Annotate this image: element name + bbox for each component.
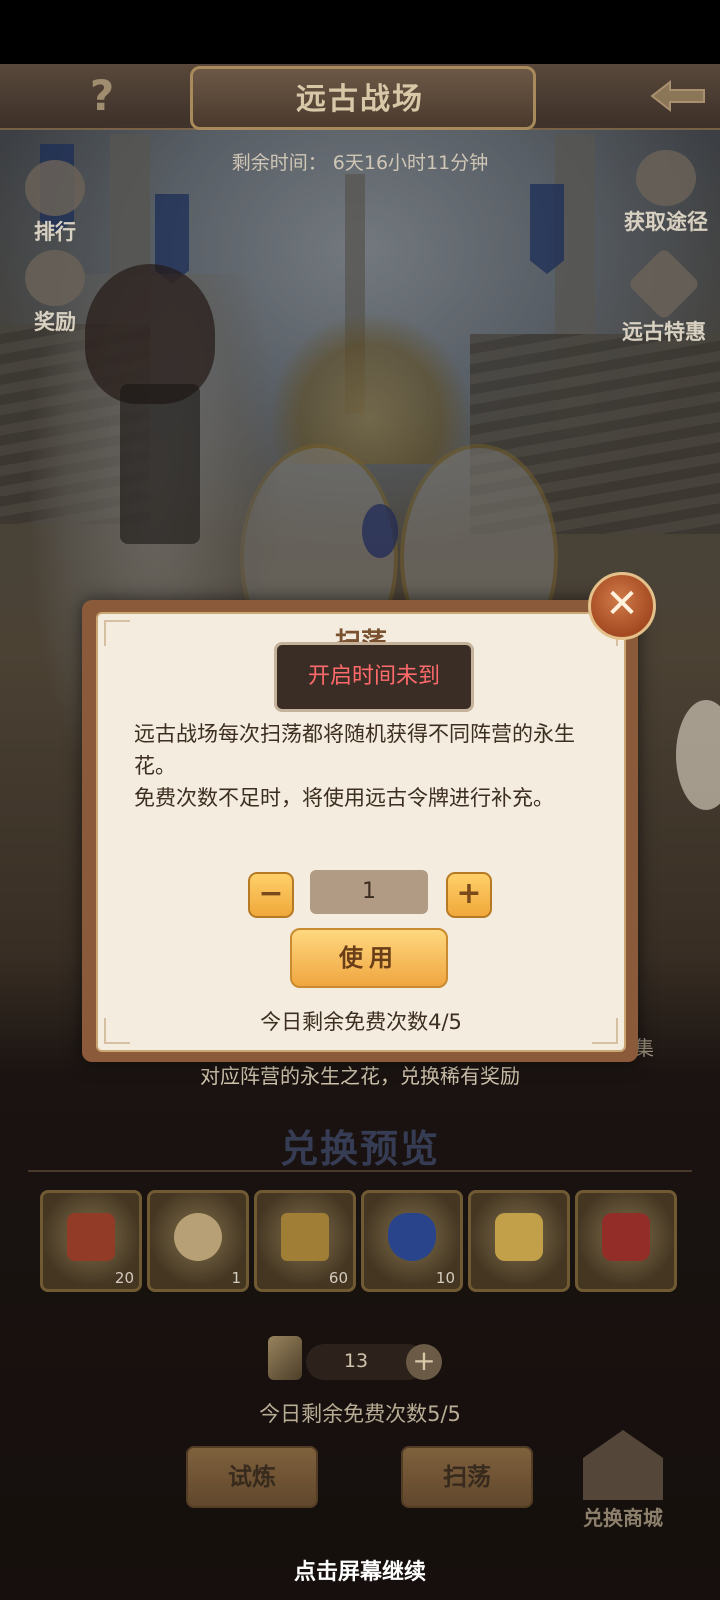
use-button[interactable]: 使用	[290, 928, 448, 988]
reward-item[interactable]: 60	[254, 1190, 356, 1292]
exchange-shop-label: 兑换商城	[583, 1506, 663, 1530]
help-button[interactable]: ?	[82, 72, 122, 120]
status-bar	[0, 0, 720, 64]
reward-item[interactable]: 10	[361, 1190, 463, 1292]
item-count: 10	[435, 1269, 455, 1287]
exchange-preview-title: 兑换预览	[279, 1127, 440, 1171]
shop-house-icon	[583, 1430, 663, 1500]
gold-shard-icon	[281, 1213, 329, 1261]
increase-button[interactable]: +	[446, 872, 492, 918]
remaining-time: 剩余时间： 6天16小时11分钟	[231, 152, 489, 174]
close-dialog-button[interactable]: ✕	[588, 572, 656, 640]
dialog-text-line: 远古战场每次扫荡都将随机获得不同阵营的永生花。	[134, 722, 575, 778]
page-title: 远古战场	[296, 82, 424, 117]
obtain-path-label: 获取途径	[624, 210, 708, 234]
dialog-text-line: 免费次数不足时，将使用远古令牌进行补充。	[134, 786, 554, 810]
back-arrow-icon	[650, 79, 705, 113]
decrease-button[interactable]: −	[248, 872, 294, 918]
add-token-button[interactable]: +	[406, 1344, 442, 1380]
orb-icon	[174, 1213, 222, 1261]
token-count: 13	[343, 1350, 369, 1372]
dialog-panel: 扫荡 开启时间未到 远古战场每次扫荡都将随机获得不同阵营的永生花。 免费次数不足…	[96, 612, 626, 1052]
golden-hero-portrait-icon	[495, 1213, 543, 1261]
blue-crystal-icon	[388, 1213, 436, 1261]
divider	[28, 1170, 692, 1172]
quantity-value[interactable]: 1	[310, 870, 428, 914]
dialog-description: 远古战场每次扫荡都将随机获得不同阵营的永生花。 免费次数不足时，将使用远古令牌进…	[134, 718, 594, 814]
obtain-path-button[interactable]: 获取途径	[616, 150, 716, 236]
ancient-offer-button[interactable]: 远古特惠	[612, 247, 716, 346]
rewards-button[interactable]: 奖励	[10, 250, 100, 336]
quantity-stepper: − 1 +	[248, 870, 498, 918]
sweep-button[interactable]: 扫荡	[401, 1446, 533, 1508]
reward-item[interactable]: 20	[40, 1190, 142, 1292]
reward-item[interactable]: 1	[147, 1190, 249, 1292]
trophy-icon	[25, 160, 85, 216]
ranking-label: 排行	[34, 220, 76, 244]
free-remaining-main: 今日剩余免费次数5/5	[259, 1402, 461, 1426]
item-count: 1	[231, 1269, 241, 1287]
description: 对应阵营的永生之花，兑换稀有奖励	[200, 1064, 520, 1088]
exchange-shop-button[interactable]: 兑换商城	[568, 1430, 678, 1540]
reward-items: 20 1 60 10	[40, 1190, 680, 1292]
free-remaining-dialog: 今日剩余免费次数4/5	[260, 1010, 462, 1034]
red-hero-portrait-icon	[602, 1213, 650, 1261]
sweep-dialog: 扫荡 开启时间未到 远古战场每次扫荡都将随机获得不同阵营的永生花。 免费次数不足…	[82, 600, 638, 1062]
tap-to-continue[interactable]: 点击屏幕继续	[0, 1554, 720, 1586]
ranking-button[interactable]: 排行	[10, 160, 100, 246]
ancient-token-icon	[268, 1336, 302, 1380]
treasure-chest-icon	[67, 1213, 115, 1261]
item-count: 20	[114, 1269, 134, 1287]
back-button[interactable]	[648, 76, 708, 116]
rewards-label: 奖励	[34, 310, 76, 334]
reward-item[interactable]	[575, 1190, 677, 1292]
trial-button[interactable]: 试炼	[186, 1446, 318, 1508]
chest-icon	[25, 250, 85, 306]
ancient-offer-label: 远古特惠	[622, 320, 706, 344]
compass-icon	[627, 247, 701, 321]
not-yet-open-toast: 开启时间未到	[274, 642, 474, 712]
item-count: 60	[328, 1269, 348, 1287]
reward-item[interactable]	[468, 1190, 570, 1292]
gift-icon	[636, 150, 696, 206]
